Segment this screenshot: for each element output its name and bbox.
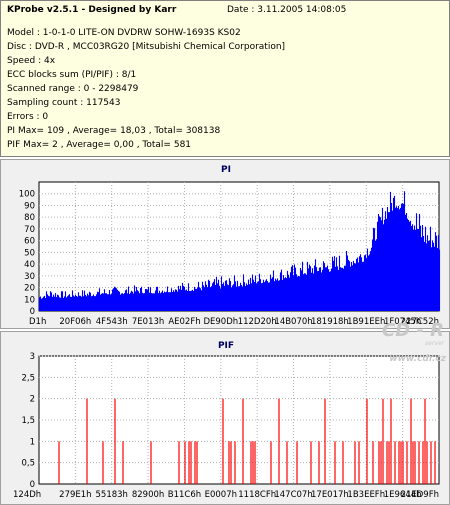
info-ecc-sum: ECC blocks sum (PI/PIF) : 8/1: [7, 70, 137, 80]
pif-xtick-label: 17E017h: [311, 490, 349, 500]
watermark-url: www.cdr.cz: [389, 354, 446, 364]
app-title: KProbe v2.5.1 - Designed by Karr: [7, 5, 177, 15]
info-scanned-range: Scanned range : 0 - 2298479: [7, 84, 139, 94]
info-disc: Disc : DVD-R , MCC03RG20 [Mitsubishi Che…: [7, 42, 286, 52]
pif-xtick-label: E0007h: [205, 490, 237, 500]
pi-xtick-label: 112D20h: [238, 317, 277, 327]
pif-xtick-label: 1118CFh: [238, 490, 276, 500]
pif-ytick-label: 0,5: [21, 459, 35, 469]
pi-ytick-label: 0: [30, 307, 35, 317]
pi-chart: 0102030405060708090100D1h 20F06h 4F543h 7E0…: [19, 181, 441, 327]
info-pif-stats: PIF Max= 2 , Average= 0,00 , Total= 581: [7, 140, 192, 150]
pi-ytick-label: 10: [24, 295, 35, 305]
pi-ytick-label: 70: [24, 225, 35, 235]
cdr-watermark-logo: CD - R server www.cdr.cz: [352, 318, 448, 372]
pi-xtick-label: 14B070h: [274, 317, 312, 327]
pif-xtick-label: B11C6h: [168, 490, 201, 500]
pif-ytick-label: 3: [30, 352, 35, 362]
pi-ytick-label: 60: [24, 237, 35, 247]
scan-date: Date : 3.11.2005 14:08:05: [227, 5, 347, 15]
watermark-brand: CD - R: [381, 320, 444, 341]
pi-xtick-label: AE02Fh: [168, 317, 200, 327]
pif-xtick-label: 124Dh: [13, 490, 41, 500]
pi-ytick-label: 90: [24, 201, 35, 211]
info-errors: Errors : 0: [7, 112, 49, 122]
pif-xtick-label: 21ED9Fh: [401, 490, 439, 500]
pi-chart-panel: PI 0 10 20 30 40 50 60 70 80 90 100 D1h 20F06h 4F543h…: [0, 159, 450, 329]
pif-xtick-label: 82900h: [132, 490, 164, 500]
pi-xtick-label: DE90Dh: [203, 317, 238, 327]
info-speed: Speed : 4x: [7, 56, 56, 66]
pif-xtick-label: 1B3EEFh: [347, 490, 385, 500]
pi-xtick-label: 20F06h: [59, 317, 91, 327]
pi-ytick-label: 100: [19, 190, 35, 200]
pi-ytick-label: 50: [24, 248, 35, 258]
pif-ytick-label: 2,5: [21, 373, 35, 383]
pif-ytick-label: 2: [30, 395, 35, 405]
info-model: Model : 1-0-1-0 LITE-ON DVDRW SOHW-1693S…: [7, 28, 241, 38]
pif-xtick-label: 279E1h: [59, 490, 91, 500]
pi-xtick-label: 181918h: [311, 317, 349, 327]
pi-ytick-label: 40: [24, 260, 35, 270]
pi-xtick-label: D1h: [29, 317, 46, 327]
info-pi-stats: PI Max= 109 , Average= 18,03 , Total= 30…: [7, 126, 221, 136]
pif-ytick-label: 0: [30, 480, 35, 490]
watermark-sub: server: [425, 340, 444, 347]
pif-xtick-label: 55183h: [96, 490, 128, 500]
pi-ytick-label: 20: [24, 284, 35, 294]
pi-ytick-label: 30: [24, 272, 35, 282]
pi-ytick-label: 80: [24, 213, 35, 223]
pi-xtick-label: 7E013h: [132, 317, 164, 327]
pif-ytick-label: 1,5: [21, 416, 35, 426]
info-panel: KProbe v2.5.1 - Designed by Karr Date : …: [0, 0, 450, 157]
info-sampling-count: Sampling count : 117543: [7, 98, 121, 108]
pi-xtick-label: 4F543h: [96, 317, 128, 327]
pif-ytick-label: 1: [30, 437, 35, 447]
pif-xtick-label: 147C07h: [274, 490, 312, 500]
